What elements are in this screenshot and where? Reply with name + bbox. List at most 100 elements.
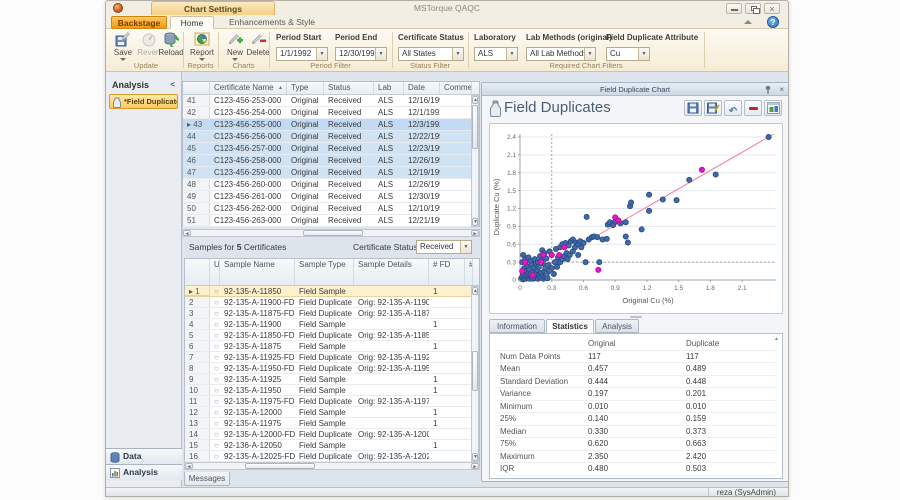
certificate-row[interactable]: 41C123-456-253-000OriginalReceivedALS12/… xyxy=(183,95,479,107)
certificate-row[interactable]: ▸ 43C123-456-255-000OriginalReceivedALS1… xyxy=(183,119,479,131)
sample-row[interactable]: 9○92-135-A-11925Field Sample1 xyxy=(185,374,479,385)
stats-cell: 0.373 xyxy=(682,426,774,438)
period-start-combo[interactable]: 1/1/1992 ▼ xyxy=(276,47,328,61)
tab-enhancements-style[interactable]: Enhancements & Style xyxy=(216,16,328,29)
undo-button[interactable]: ↶ xyxy=(724,100,742,116)
sample-row[interactable]: 10○92-135-A-11950Field Sample1 xyxy=(185,385,479,396)
samples-horizontal-scrollbar[interactable]: ◄ ► xyxy=(184,462,480,470)
scatter-chart[interactable]: 00.30.60.91.21.51.82.100.30.60.91.21.51.… xyxy=(489,123,783,314)
stats-cell: 0.489 xyxy=(682,363,774,375)
scroll-up-icon[interactable]: ▲ xyxy=(472,287,478,295)
sample-row[interactable]: 6○92-135-A-11875Field Sample1 xyxy=(185,341,479,352)
cell: Received xyxy=(324,107,374,118)
scroll-up-icon[interactable]: ▲ xyxy=(472,96,478,104)
sample-row[interactable]: 7○92-135-A-11925-FDField DuplicateOrig: … xyxy=(185,352,479,363)
sample-row[interactable]: 11○92-135-A-11975-FDField DuplicateOrig:… xyxy=(185,396,479,407)
fd-attribute-combo[interactable]: Cu ▼ xyxy=(606,47,650,61)
scroll-thumb[interactable] xyxy=(303,230,363,236)
scroll-up-icon[interactable]: ▲ xyxy=(774,336,779,342)
scroll-left-icon[interactable]: ◄ xyxy=(183,230,191,236)
lab-methods-combo[interactable]: All Lab Methods ▼ xyxy=(526,47,596,61)
collapse-panel-icon[interactable]: < xyxy=(170,80,175,89)
reload-button[interactable]: Reload xyxy=(158,31,184,57)
scroll-down-icon[interactable]: ▼ xyxy=(472,453,478,461)
save-as-icon xyxy=(707,102,720,114)
sample-row[interactable]: 15○92-136-A-12050Field Sample1 xyxy=(185,440,479,451)
scroll-thumb[interactable] xyxy=(472,105,478,149)
nav-button-data[interactable]: Data xyxy=(106,448,182,464)
tab-statistics[interactable]: Statistics xyxy=(546,319,594,333)
certificate-row[interactable]: 49C123-456-261-000OriginalReceivedALS12/… xyxy=(183,191,479,203)
certificates-vertical-scrollbar[interactable]: ▲ ▼ xyxy=(471,95,479,227)
certificate-row[interactable]: 48C123-456-260-000OriginalReceivedALS12/… xyxy=(183,179,479,191)
radio-icon: ○ xyxy=(210,352,220,362)
restore-button[interactable] xyxy=(745,3,761,14)
tab-analysis[interactable]: Analysis xyxy=(595,319,639,333)
certificate-status-dropdown-icon[interactable]: ▼ xyxy=(452,48,463,60)
pin-icon[interactable] xyxy=(764,85,772,94)
contextual-tab-group[interactable]: Chart Settings xyxy=(151,1,275,15)
svg-text:0.9: 0.9 xyxy=(611,285,620,292)
scroll-down-icon[interactable]: ▼ xyxy=(472,218,478,226)
samples-vertical-scrollbar[interactable]: ▲ ▼ xyxy=(471,286,479,462)
certificate-row[interactable]: 42C123-456-254-000OriginalReceivedALS12/… xyxy=(183,107,479,119)
sample-row[interactable]: 14○92-135-A-12000-FDField DuplicateOrig:… xyxy=(185,429,479,440)
tab-messages[interactable]: Messages xyxy=(184,472,230,486)
sample-status-dropdown-icon[interactable]: ▼ xyxy=(460,241,471,253)
sample-row[interactable]: 4○92-135-A-11900Field Sample1 xyxy=(185,319,479,330)
resize-grip[interactable] xyxy=(630,316,642,318)
cell xyxy=(440,131,472,142)
save-as-chart-button[interactable] xyxy=(704,100,722,116)
panel-close-icon[interactable]: × xyxy=(779,85,784,94)
save-button[interactable]: Save xyxy=(110,31,136,61)
tab-information[interactable]: Information xyxy=(489,319,545,333)
collapse-ribbon-icon[interactable] xyxy=(744,20,752,24)
period-end-dropdown-icon[interactable]: ▼ xyxy=(375,48,386,60)
sidebar-title: Analysis xyxy=(112,80,149,90)
sample-row[interactable]: 2○92-135-A-11900-FDField DuplicateOrig: … xyxy=(185,297,479,308)
tab-backstage[interactable]: Backstage xyxy=(111,16,167,29)
sample-row[interactable]: ▸ 1○92-135-A-11850Field Sample1 xyxy=(185,286,479,297)
sample-status-combo[interactable]: Received ▼ xyxy=(416,240,472,254)
laboratory-combo[interactable]: ALS ▼ xyxy=(474,47,518,61)
save-chart-button[interactable] xyxy=(684,100,702,116)
close-button[interactable]: × xyxy=(764,3,780,14)
sample-row[interactable]: 5○92-135-A-11850-FDField DuplicateOrig: … xyxy=(185,330,479,341)
certificates-horizontal-scrollbar[interactable]: ◄ ► xyxy=(182,229,480,237)
certificate-row[interactable]: 44C123-456-256-000OriginalReceivedALS12/… xyxy=(183,131,479,143)
sample-row[interactable]: 3○92-135-A-11875-FDField DuplicateOrig: … xyxy=(185,308,479,319)
sample-row[interactable]: 13○92-135-A-11975Field Sample1 xyxy=(185,418,479,429)
certificate-row[interactable]: 47C123-456-259-000OriginalReceivedALS12/… xyxy=(183,167,479,179)
lab-methods-dropdown-icon[interactable]: ▼ xyxy=(584,48,595,60)
cell: 12/16/1992 xyxy=(404,95,440,106)
scroll-right-icon[interactable]: ► xyxy=(471,463,479,469)
nav-button-analysis[interactable]: Analysis xyxy=(106,464,182,480)
period-start-dropdown-icon[interactable]: ▼ xyxy=(316,48,327,60)
certificate-row[interactable]: 50C123-456-262-000OriginalReceivedALS12/… xyxy=(183,203,479,215)
certificate-status-combo[interactable]: All States ▼ xyxy=(398,47,464,61)
sample-row[interactable]: 16○92-135-A-12025-FDField DuplicateOrig:… xyxy=(185,451,479,462)
minimize-button[interactable] xyxy=(726,3,742,14)
scroll-right-icon[interactable]: ► xyxy=(471,230,479,236)
cell: ALS xyxy=(374,179,404,190)
period-end-combo[interactable]: 12/30/1993 ▼ xyxy=(335,47,387,61)
certificate-row[interactable]: 51C123-456-263-000OriginalReceivedALS12/… xyxy=(183,215,479,227)
sample-row[interactable]: 12○92-135-A-12000Field Sample1 xyxy=(185,407,479,418)
stats-cell: 0.159 xyxy=(682,413,774,425)
delete-chart-button[interactable]: Delete xyxy=(245,31,271,57)
certificate-row[interactable]: 45C123-456-257-000OriginalReceivedALS12/… xyxy=(183,143,479,155)
help-button[interactable]: ? xyxy=(767,16,779,28)
report-button[interactable]: Report xyxy=(189,31,215,61)
certificate-row[interactable]: 46C123-456-258-000OriginalReceivedALS12/… xyxy=(183,155,479,167)
tab-home[interactable]: Home xyxy=(170,16,214,29)
remove-chart-button[interactable] xyxy=(744,100,762,116)
export-image-button[interactable] xyxy=(764,100,782,116)
status-bar: reza (SysAdmin) xyxy=(106,487,788,497)
sample-row[interactable]: 8○92-135-A-11950-FDField DuplicateOrig: … xyxy=(185,363,479,374)
scroll-thumb[interactable] xyxy=(472,351,478,391)
fd-attribute-dropdown-icon[interactable]: ▼ xyxy=(638,48,649,60)
scroll-left-icon[interactable]: ◄ xyxy=(185,463,193,469)
sidebar-item-field-duplicates[interactable]: *Field Duplicates xyxy=(109,94,178,109)
scroll-thumb[interactable] xyxy=(245,463,315,469)
laboratory-dropdown-icon[interactable]: ▼ xyxy=(506,48,517,60)
